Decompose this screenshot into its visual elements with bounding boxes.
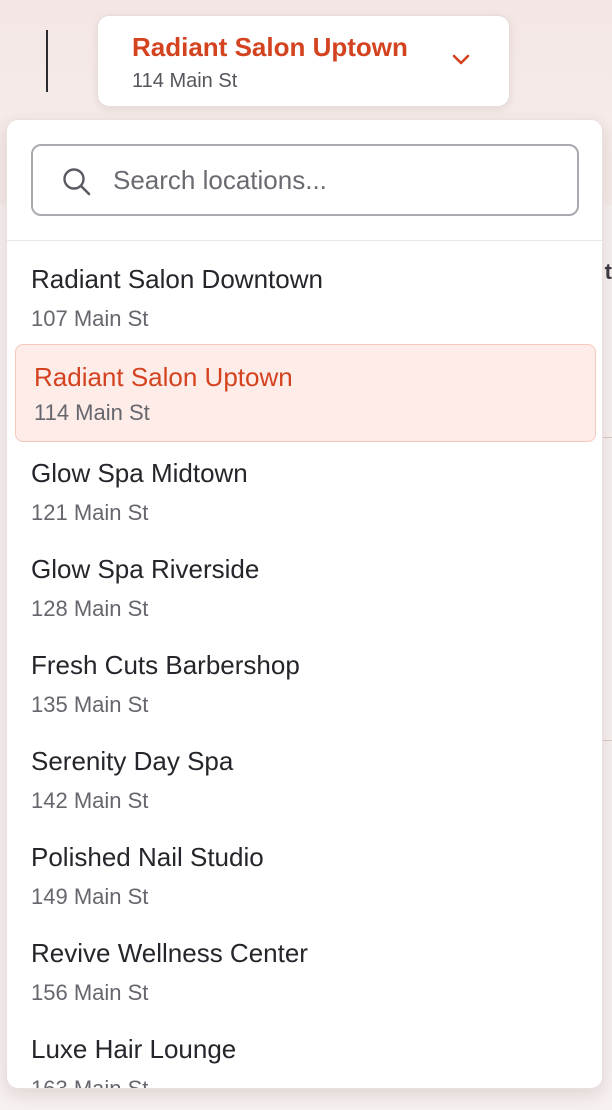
location-option[interactable]: Fresh Cuts Barbershop 135 Main St [7, 634, 602, 730]
location-address: 142 Main St [31, 788, 149, 813]
background-heading-fragment: t [604, 259, 612, 284]
location-name: Radiant Salon Uptown [34, 362, 293, 392]
header-divider [46, 30, 48, 92]
location-name: Luxe Hair Lounge [31, 1034, 237, 1064]
location-dropdown-panel: Radiant Salon Downtown 107 Main St Radia… [6, 119, 603, 1089]
selected-location-name: Radiant Salon Uptown [132, 32, 408, 62]
location-name: Fresh Cuts Barbershop [31, 650, 300, 680]
location-address: 107 Main St [31, 306, 149, 331]
location-address: 128 Main St [31, 596, 149, 621]
search-box [31, 144, 579, 216]
location-address: 135 Main St [31, 692, 149, 717]
selected-location-address: 114 Main St [132, 70, 238, 92]
location-address: 163 Main St [31, 1076, 149, 1089]
location-name: Glow Spa Midtown [31, 458, 248, 488]
location-address: 149 Main St [31, 884, 149, 909]
search-icon [63, 168, 91, 196]
location-option[interactable]: Serenity Day Spa 142 Main St [7, 730, 602, 826]
location-name: Polished Nail Studio [31, 842, 264, 872]
location-selector-button[interactable]: Radiant Salon Uptown 114 Main St [97, 15, 510, 107]
location-option-selected[interactable]: Radiant Salon Uptown 114 Main St [15, 344, 596, 442]
location-option[interactable]: Polished Nail Studio 149 Main St [7, 826, 602, 922]
location-option[interactable]: Luxe Hair Lounge 163 Main St [7, 1018, 602, 1089]
location-option[interactable]: Glow Spa Riverside 128 Main St [7, 538, 602, 634]
chevron-down-icon [452, 54, 470, 65]
location-option[interactable]: Glow Spa Midtown 121 Main St [7, 442, 602, 538]
location-address: 121 Main St [31, 500, 149, 525]
location-option[interactable]: Revive Wellness Center 156 Main St [7, 922, 602, 1018]
location-name: Serenity Day Spa [31, 746, 234, 776]
location-name: Radiant Salon Downtown [31, 264, 323, 294]
search-input[interactable] [113, 146, 553, 214]
search-separator [7, 240, 602, 241]
location-address: 156 Main St [31, 980, 149, 1005]
location-name: Glow Spa Riverside [31, 554, 260, 584]
location-address: 114 Main St [34, 400, 150, 425]
location-list: Radiant Salon Downtown 107 Main St Radia… [7, 248, 602, 1089]
location-name: Revive Wellness Center [31, 938, 308, 968]
location-option[interactable]: Radiant Salon Downtown 107 Main St [7, 248, 602, 344]
